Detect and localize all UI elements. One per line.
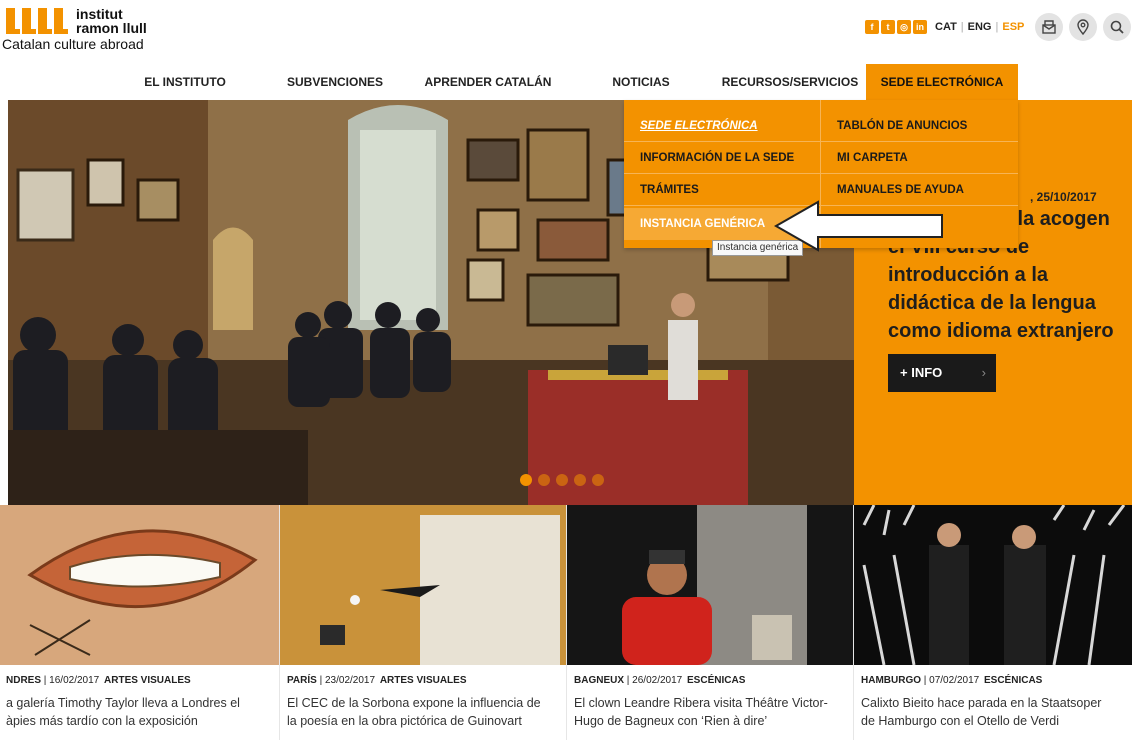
- news-meta: PARÍS | 23/02/2017 ARTES VISUALES: [287, 675, 467, 686]
- nav-el-instituto[interactable]: EL INSTITUTO: [130, 64, 240, 100]
- news-headline[interactable]: Calixto Bieito hace parada en la Staatso…: [861, 694, 1129, 730]
- news-meta: NDRES | 16/02/2017 ARTES VISUALES: [6, 675, 191, 686]
- hero-title-line: como idioma extranjero: [888, 320, 1114, 342]
- more-info-button[interactable]: + INFO ›: [888, 354, 996, 392]
- news-thumbnail-art: [854, 505, 1132, 665]
- instagram-icon[interactable]: ◎: [897, 20, 911, 34]
- main-nav: EL INSTITUTO SUBVENCIONES APRENDER CATAL…: [0, 64, 1132, 100]
- slider-dot[interactable]: [556, 474, 568, 486]
- news-thumbnail-art: [280, 505, 566, 665]
- news-thumbnail-art: [0, 505, 279, 665]
- more-info-label: + INFO: [900, 365, 943, 380]
- annotation-arrow-icon: [773, 200, 943, 252]
- news-date: 23/02/2017: [324, 675, 376, 686]
- news-city: PARÍS: [287, 675, 317, 686]
- lang-cat[interactable]: CAT: [935, 21, 957, 34]
- news-headline[interactable]: El CEC de la Sorbona expone la influenci…: [287, 694, 561, 730]
- lang-esp[interactable]: ESP: [1002, 21, 1024, 34]
- twitter-icon[interactable]: t: [881, 20, 895, 34]
- hero-title-line: didáctica de la lengua: [888, 292, 1096, 314]
- news-date: 07/02/2017: [929, 675, 980, 686]
- slider-dots: [520, 474, 604, 486]
- lang-eng[interactable]: ENG: [968, 21, 992, 34]
- newsletter-icon[interactable]: [1035, 13, 1063, 41]
- news-meta: HAMBURGO | 07/02/2017 ESCÉNICAS: [861, 675, 1043, 686]
- news-city: NDRES: [6, 675, 42, 686]
- logo-mark: [6, 8, 68, 34]
- hero-title-line: introducción a la: [888, 264, 1049, 286]
- news-headline[interactable]: El clown Leandre Ribera visita Théâtre V…: [574, 694, 848, 730]
- location-pin-icon[interactable]: [1069, 13, 1097, 41]
- logo-tagline: Catalan culture abroad: [2, 36, 144, 52]
- slider-dot[interactable]: [574, 474, 586, 486]
- chevron-right-icon: ›: [981, 365, 986, 380]
- news-category[interactable]: ESCÉNICAS: [984, 675, 1042, 686]
- column-divider: [853, 505, 854, 740]
- slider-dot[interactable]: [520, 474, 532, 486]
- facebook-icon[interactable]: f: [865, 20, 879, 34]
- hero-date: , 25/10/2017: [1030, 190, 1097, 204]
- lang-separator: |: [995, 21, 999, 33]
- nav-subvenciones[interactable]: SUBVENCIONES: [280, 64, 390, 100]
- news-thumbnail[interactable]: [567, 505, 853, 665]
- news-city: HAMBURGO: [861, 675, 921, 686]
- nav-sede-electronica[interactable]: SEDE ELECTRÓNICA: [866, 64, 1018, 100]
- slider-dot[interactable]: [538, 474, 550, 486]
- news-meta: BAGNEUX | 26/02/2017 ESCÉNICAS: [574, 675, 746, 686]
- dropdown-item-informacion-sede[interactable]: INFORMACIÓN DE LA SEDE: [624, 142, 820, 174]
- news-date: 16/02/2017: [49, 675, 100, 686]
- column-divider: [279, 505, 280, 740]
- news-category[interactable]: ARTES VISUALES: [380, 675, 467, 686]
- nav-recursos-servicios[interactable]: RECURSOS/SERVICIOS: [718, 64, 862, 100]
- dropdown-item-mi-carpeta[interactable]: MI CARPETA: [821, 142, 1018, 174]
- news-category[interactable]: ESCÉNICAS: [687, 675, 745, 686]
- news-thumbnail[interactable]: [0, 505, 279, 665]
- nav-aprender-catalan[interactable]: APRENDER CATALÁN: [418, 64, 558, 100]
- news-headline[interactable]: a galería Timothy Taylor lleva a Londres…: [6, 694, 274, 730]
- news-thumbnail-art: [567, 505, 853, 665]
- news-date: 26/02/2017: [632, 675, 683, 686]
- nav-noticias[interactable]: NOTICIAS: [598, 64, 684, 100]
- news-thumbnail[interactable]: [280, 505, 566, 665]
- news-thumbnail[interactable]: [854, 505, 1132, 665]
- news-city: BAGNEUX: [574, 675, 625, 686]
- utility-icons: [1035, 13, 1131, 41]
- lang-separator: |: [960, 21, 964, 33]
- logo-name: institut ramon llull: [76, 6, 147, 36]
- dropdown-item-sede-electronica[interactable]: SEDE ELECTRÓNICA: [624, 110, 820, 142]
- search-icon[interactable]: [1103, 13, 1131, 41]
- slider-dot[interactable]: [592, 474, 604, 486]
- news-category[interactable]: ARTES VISUALES: [104, 675, 191, 686]
- dropdown-item-tablon-anuncios[interactable]: TABLÓN DE ANUNCIOS: [821, 110, 1018, 142]
- column-divider: [566, 505, 567, 740]
- social-links: f t ◎ in: [865, 20, 927, 34]
- language-switcher: CAT | ENG | ESP: [935, 21, 1024, 34]
- linkedin-icon[interactable]: in: [913, 20, 927, 34]
